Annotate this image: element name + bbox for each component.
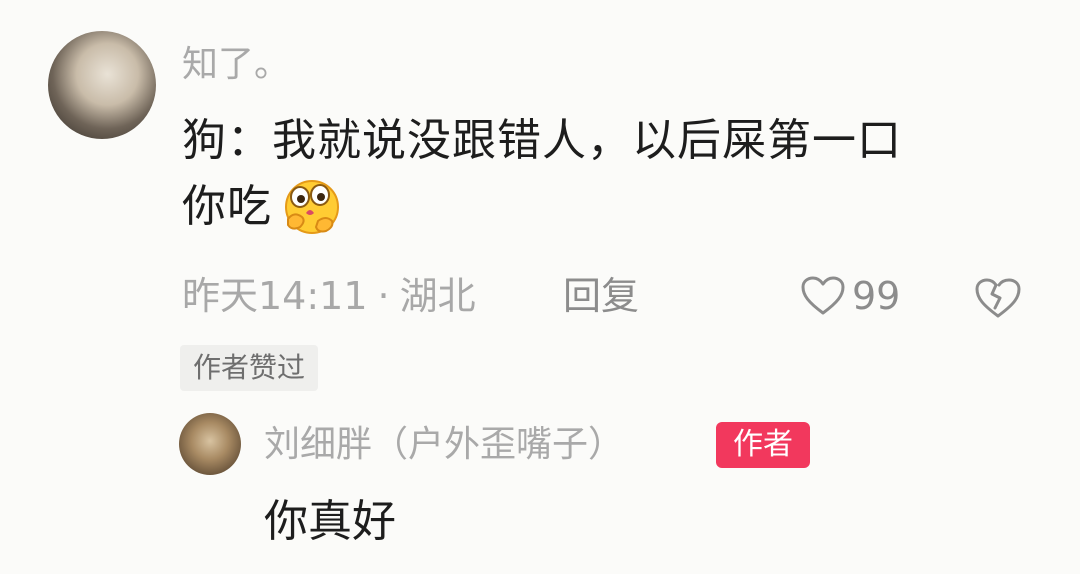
- reply-button[interactable]: 回复: [563, 270, 639, 322]
- reply-username[interactable]: 刘细胖（户外歪嘴子）: [264, 420, 624, 470]
- author-liked-badge: 作者赞过: [180, 345, 319, 391]
- author-badge: 作者: [716, 422, 810, 468]
- comment-text-line1: 狗：我就说没跟错人，以后屎第一口: [182, 115, 902, 166]
- comment-avatar[interactable]: [48, 31, 156, 139]
- meta-separator: ·: [377, 274, 390, 318]
- comment-location: 湖北: [399, 274, 476, 318]
- reply-text: 你真好: [264, 496, 396, 547]
- comment-text-line2-text: 你吃: [182, 181, 272, 232]
- heart-icon: [801, 276, 845, 315]
- comment-text-line2: 你吃: [182, 174, 1032, 240]
- thinking-face-emoji-icon: [285, 180, 339, 234]
- comment-username[interactable]: 知了。: [182, 40, 290, 90]
- reply-avatar[interactable]: [179, 413, 241, 475]
- comment-meta: 昨天14:11 · 湖北: [182, 270, 476, 322]
- comment-text: 狗：我就说没跟错人，以后屎第一口 你吃: [182, 108, 1032, 240]
- like-count: 99: [852, 274, 901, 318]
- broken-heart-icon[interactable]: [973, 276, 1023, 320]
- comment-time: 昨天14:11: [182, 274, 368, 318]
- like-button[interactable]: 99: [800, 270, 900, 322]
